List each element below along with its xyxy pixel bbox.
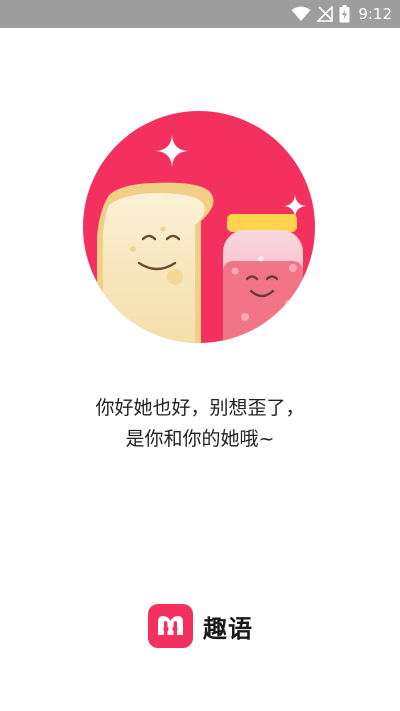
app-logo-icon xyxy=(148,604,193,648)
wifi-icon xyxy=(291,6,311,21)
app-name: 趣语 xyxy=(203,614,253,643)
battery-charging-icon xyxy=(339,5,350,23)
tagline: 你好她也好，别想歪了， 是你和你的她哦~ xyxy=(0,393,400,455)
status-bar: 9:12 xyxy=(0,0,400,28)
tagline-line-1: 你好她也好，别想歪了， xyxy=(95,397,305,419)
status-icons: 9:12 xyxy=(291,0,392,28)
toast-icon xyxy=(97,182,214,343)
jam-jar-icon xyxy=(223,214,303,343)
tagline-line-2: 是你和你的她哦~ xyxy=(125,428,275,450)
brand: 趣语 xyxy=(148,604,253,648)
no-signal-icon xyxy=(317,6,334,22)
splash-illustration xyxy=(83,111,315,343)
status-time: 9:12 xyxy=(358,5,392,23)
